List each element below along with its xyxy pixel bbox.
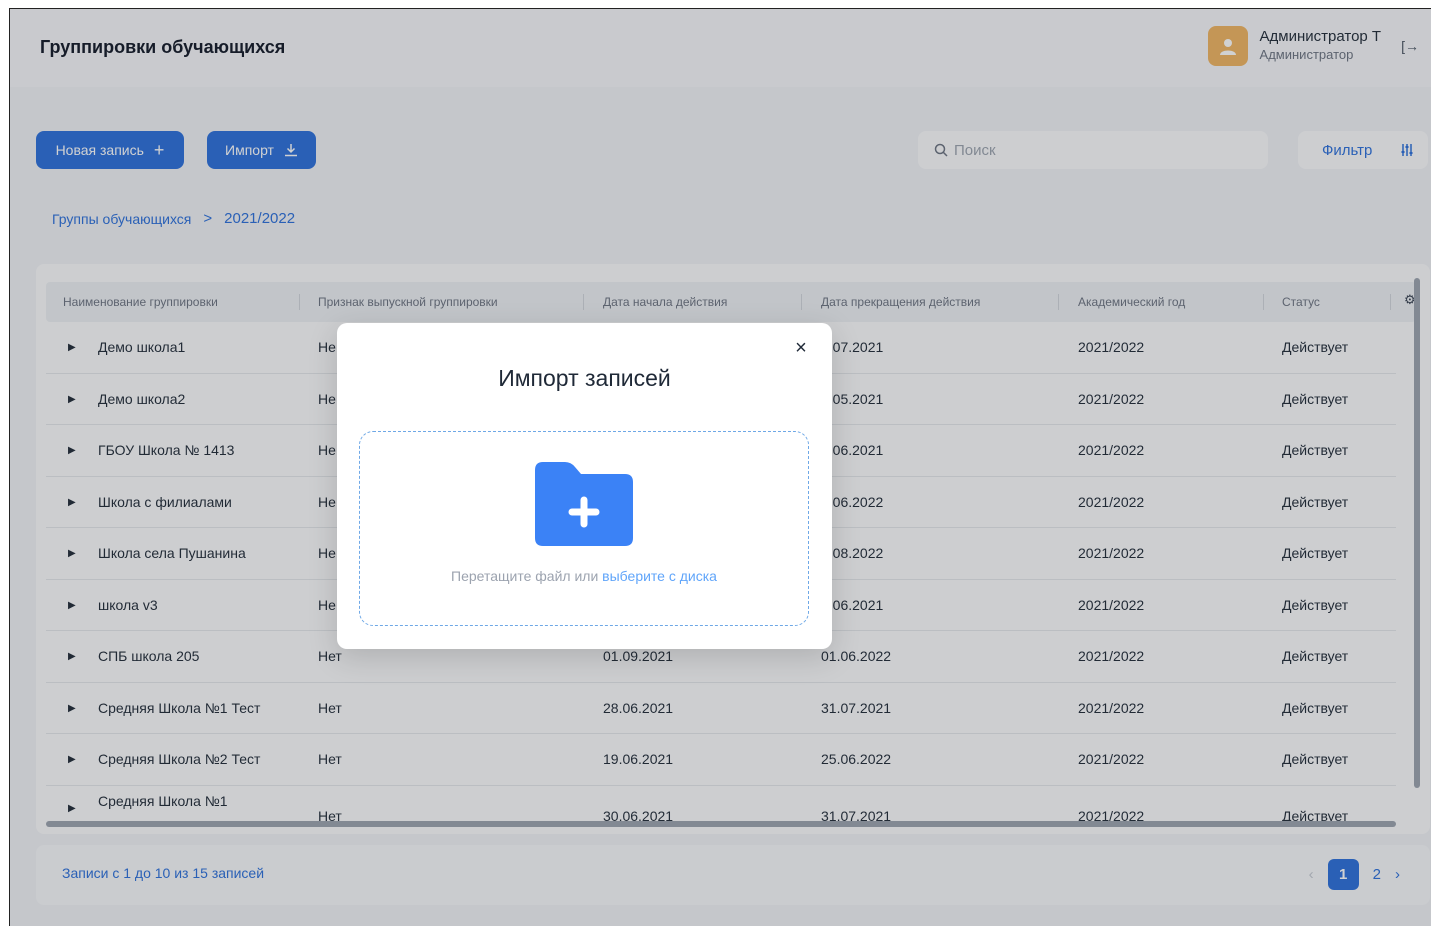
dropzone-hint: Перетащите файл или выберите с диска <box>360 568 808 584</box>
modal-title: Импорт записей <box>498 365 671 391</box>
close-icon[interactable]: × <box>790 337 812 359</box>
choose-file-link[interactable]: выберите с диска <box>602 568 717 584</box>
folder-plus-icon <box>535 462 633 546</box>
app-frame: Группировки обучающихся Администратор Т … <box>9 8 1431 926</box>
dropzone-text: Перетащите файл или <box>451 568 603 584</box>
file-dropzone[interactable]: Перетащите файл или выберите с диска <box>359 431 809 626</box>
import-modal: × Импорт записей Перетащите файл или выб… <box>337 323 832 649</box>
